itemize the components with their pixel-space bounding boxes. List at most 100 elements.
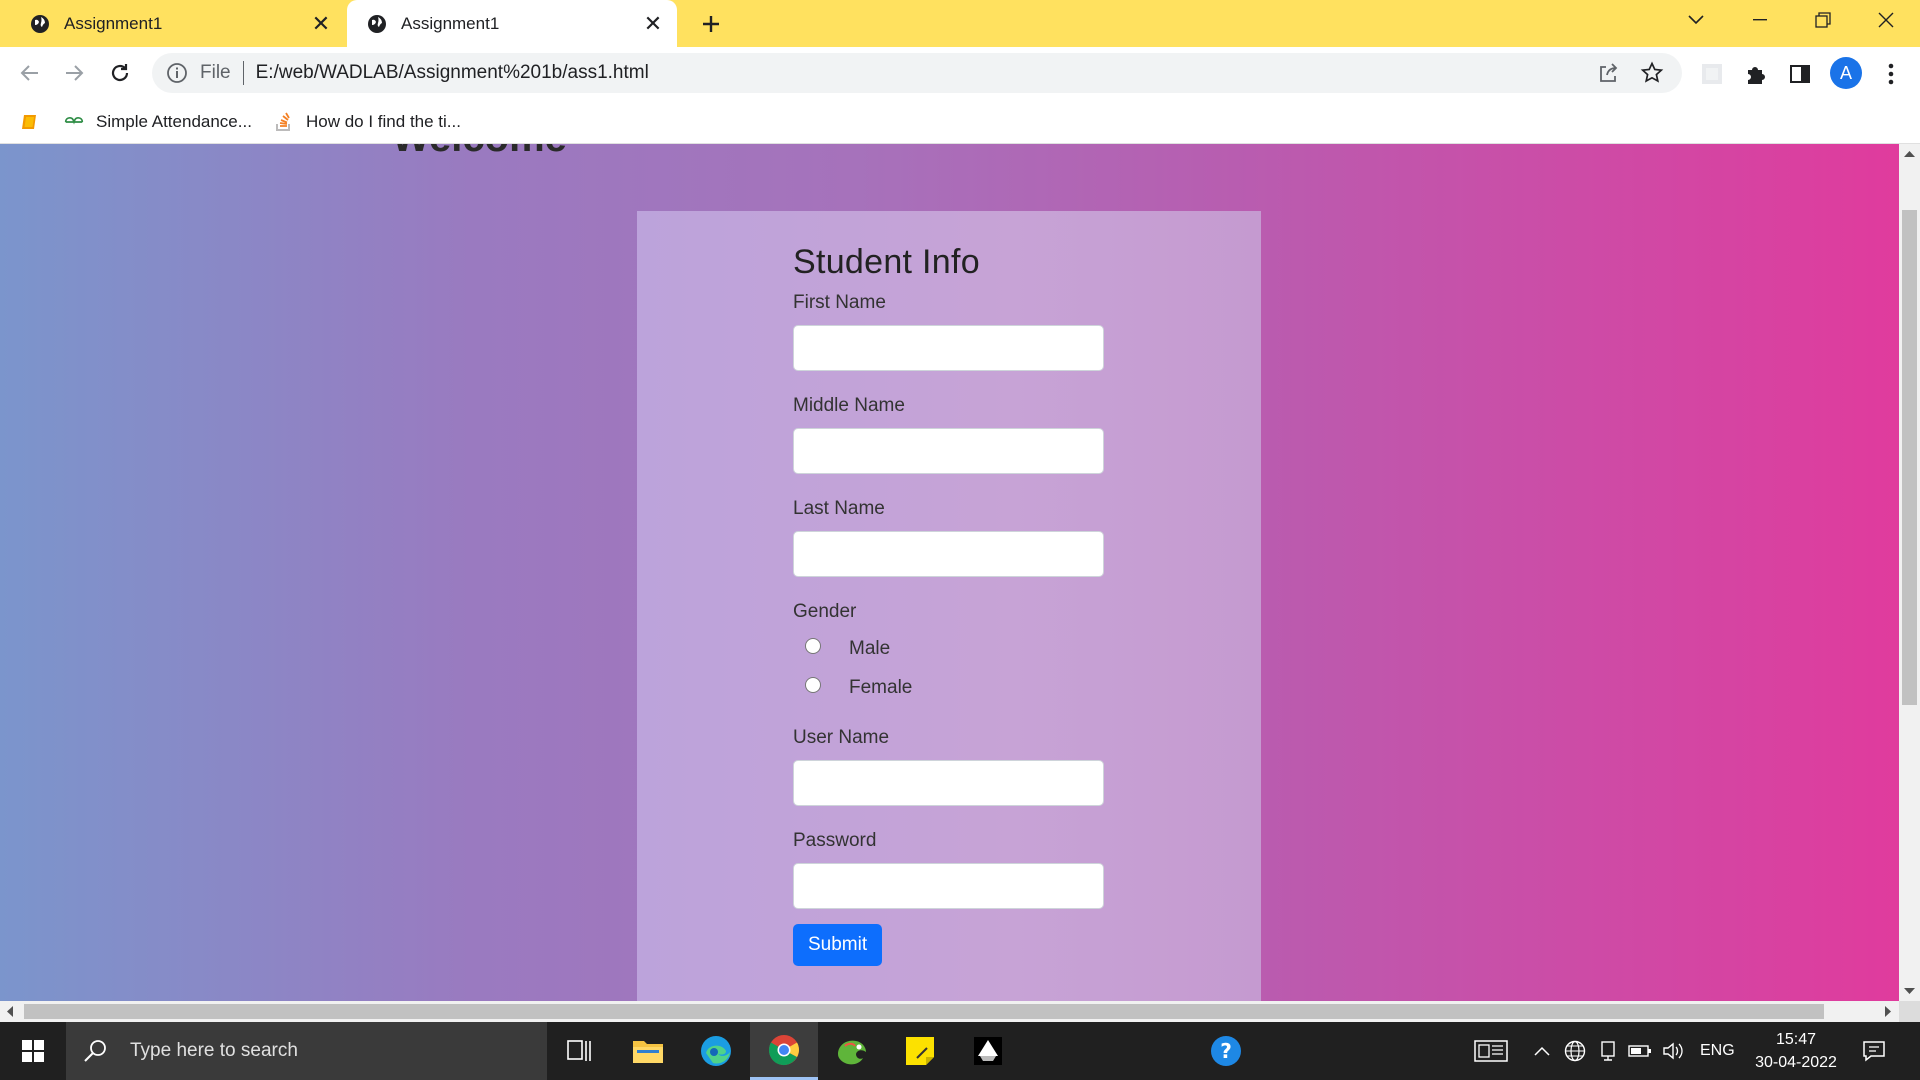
help-app[interactable]: ? xyxy=(1192,1022,1260,1080)
submit-button[interactable]: Submit xyxy=(793,924,883,966)
star-icon[interactable] xyxy=(1638,59,1666,87)
middle-name-input[interactable] xyxy=(793,428,1104,474)
gfg-icon xyxy=(64,116,84,125)
task-view-button[interactable] xyxy=(546,1022,614,1080)
form-title: Student Info xyxy=(793,243,980,281)
url-text[interactable]: E:/web/WADLAB/Assignment%201b/ass1.html xyxy=(256,62,1594,84)
search-icon xyxy=(84,1040,106,1062)
extensions-puzzle-icon[interactable] xyxy=(1741,59,1771,89)
chevron-down-icon xyxy=(1688,15,1704,25)
file-explorer-app[interactable] xyxy=(614,1022,682,1080)
plus-icon xyxy=(703,16,719,32)
gender-option-female[interactable]: Female xyxy=(793,668,1113,707)
student-info-form: Student Info First Name Middle Name Last… xyxy=(793,243,1113,966)
reload-button[interactable] xyxy=(104,57,136,89)
horizontal-scrollbar[interactable] xyxy=(0,1001,1899,1022)
restore-button[interactable] xyxy=(1793,0,1853,40)
username-label: User Name xyxy=(793,727,890,748)
extension-placeholder-icon[interactable] xyxy=(1697,59,1727,89)
male-radio[interactable] xyxy=(805,637,821,654)
minimize-button[interactable] xyxy=(1730,0,1790,40)
bookmark-label: How do I find the ti... xyxy=(306,111,461,131)
edge-app[interactable] xyxy=(682,1022,750,1080)
book-icon xyxy=(22,114,36,129)
last-name-label: Last Name xyxy=(793,498,885,519)
scroll-right-icon[interactable] xyxy=(1884,1006,1892,1017)
welcome-heading: Welcome xyxy=(392,144,567,161)
bookmark-book[interactable] xyxy=(20,99,52,144)
taskbar-clock[interactable]: 15:47 30-04-2022 xyxy=(1748,1028,1844,1074)
device-icon[interactable] xyxy=(1600,1022,1616,1080)
password-label: Password xyxy=(793,830,877,851)
student-info-card: Student Info First Name Middle Name Last… xyxy=(637,211,1261,1001)
start-button[interactable] xyxy=(0,1022,66,1080)
first-name-input[interactable] xyxy=(793,325,1104,371)
vertical-scroll-thumb[interactable] xyxy=(1902,210,1917,705)
tab-title: Assignment1 xyxy=(401,13,500,33)
minimize-icon xyxy=(1753,19,1767,21)
share-icon[interactable] xyxy=(1594,59,1622,87)
news-widget-icon[interactable] xyxy=(1474,1022,1508,1080)
side-panel-icon[interactable] xyxy=(1785,59,1815,89)
chrome-icon xyxy=(768,1034,799,1065)
arrow-right-icon xyxy=(66,65,84,81)
tab-strip: Assignment1 ✕ Assignment1 ✕ xyxy=(0,0,1920,47)
globe-icon xyxy=(31,14,49,33)
address-bar[interactable]: File E:/web/WADLAB/Assignment%201b/ass1.… xyxy=(152,53,1682,93)
close-window-button[interactable] xyxy=(1856,0,1916,40)
sticky-notes-app[interactable] xyxy=(886,1022,954,1080)
volume-icon[interactable] xyxy=(1662,1022,1684,1080)
gender-option-male[interactable]: Male xyxy=(793,629,1113,668)
tab-assignment1-active[interactable]: Assignment1 ✕ xyxy=(347,0,677,47)
reload-icon xyxy=(111,64,129,82)
tab-assignment1-inactive[interactable]: Assignment1 ✕ xyxy=(10,0,345,47)
tab-title: Assignment1 xyxy=(64,13,163,33)
network-globe-icon[interactable] xyxy=(1564,1022,1586,1080)
clock-date: 30-04-2022 xyxy=(1755,1054,1837,1071)
restore-icon xyxy=(1815,12,1831,28)
profile-avatar[interactable]: A xyxy=(1830,57,1862,89)
clock-time: 15:47 xyxy=(1775,1031,1817,1048)
chameleon-app[interactable] xyxy=(818,1022,886,1080)
close-tab-icon[interactable]: ✕ xyxy=(641,11,665,36)
globe-icon xyxy=(368,14,386,33)
taskbar-search-box[interactable]: Type here to search xyxy=(66,1022,547,1080)
folder-icon xyxy=(633,1041,663,1063)
info-icon[interactable] xyxy=(166,62,188,84)
battery-icon[interactable] xyxy=(1628,1022,1652,1080)
scroll-down-icon[interactable] xyxy=(1904,987,1915,995)
chevron-up-icon[interactable] xyxy=(1534,1022,1550,1080)
male-radio-label: Male xyxy=(849,637,891,659)
last-name-input[interactable] xyxy=(793,531,1104,577)
stackoverflow-icon xyxy=(276,112,290,131)
edge-icon xyxy=(701,1036,731,1066)
female-radio[interactable] xyxy=(805,676,821,693)
password-input[interactable] xyxy=(793,863,1104,909)
bookmark-how-do-i-find[interactable]: How do I find the ti... xyxy=(274,99,461,144)
sticky-notes-icon xyxy=(906,1037,934,1065)
svg-text:?: ? xyxy=(1220,1039,1232,1063)
username-input[interactable] xyxy=(793,760,1104,806)
language-indicator[interactable]: ENG xyxy=(1700,1022,1735,1080)
new-tab-button[interactable] xyxy=(696,9,726,39)
scroll-up-icon[interactable] xyxy=(1904,150,1915,158)
inkscape-icon xyxy=(974,1037,1002,1065)
tab-search-button[interactable] xyxy=(1666,0,1726,40)
inkscape-app[interactable] xyxy=(954,1022,1022,1080)
scroll-left-icon[interactable] xyxy=(6,1006,14,1017)
bookmark-simple-attendance[interactable]: Simple Attendance... xyxy=(64,99,252,144)
vertical-scrollbar[interactable] xyxy=(1899,144,1920,1001)
windows-taskbar: Type here to search ? ENG 15:47 30-04-20… xyxy=(0,1022,1920,1080)
horizontal-scroll-thumb[interactable] xyxy=(24,1004,1824,1019)
gender-label: Gender xyxy=(793,601,857,622)
forward-button[interactable] xyxy=(58,57,90,89)
chrome-app[interactable] xyxy=(750,1022,818,1080)
more-menu-icon[interactable] xyxy=(1876,59,1906,89)
close-tab-icon[interactable]: ✕ xyxy=(309,11,333,36)
notifications-icon[interactable] xyxy=(1862,1022,1886,1080)
task-view-icon xyxy=(567,1040,591,1061)
back-button[interactable] xyxy=(14,57,46,89)
browser-toolbar: File E:/web/WADLAB/Assignment%201b/ass1.… xyxy=(0,47,1920,99)
middle-name-label: Middle Name xyxy=(793,395,905,416)
bookmarks-bar: Simple Attendance... How do I find the t… xyxy=(0,99,1920,144)
